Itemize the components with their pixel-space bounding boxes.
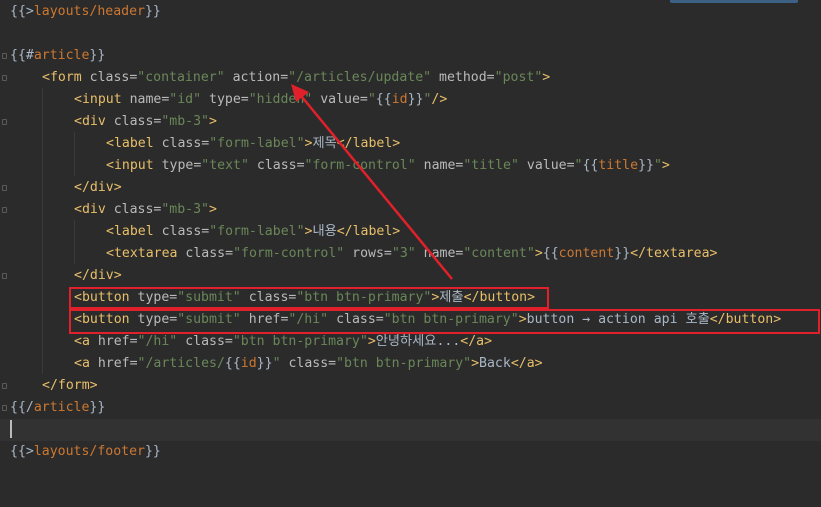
annotation-arrow-head: [291, 84, 309, 102]
annotation-arrow-line: [301, 96, 453, 280]
annotation-arrow: [291, 84, 453, 280]
code-editor[interactable]: {{>layouts/header}} {{#article}} <form c…: [0, 0, 821, 472]
